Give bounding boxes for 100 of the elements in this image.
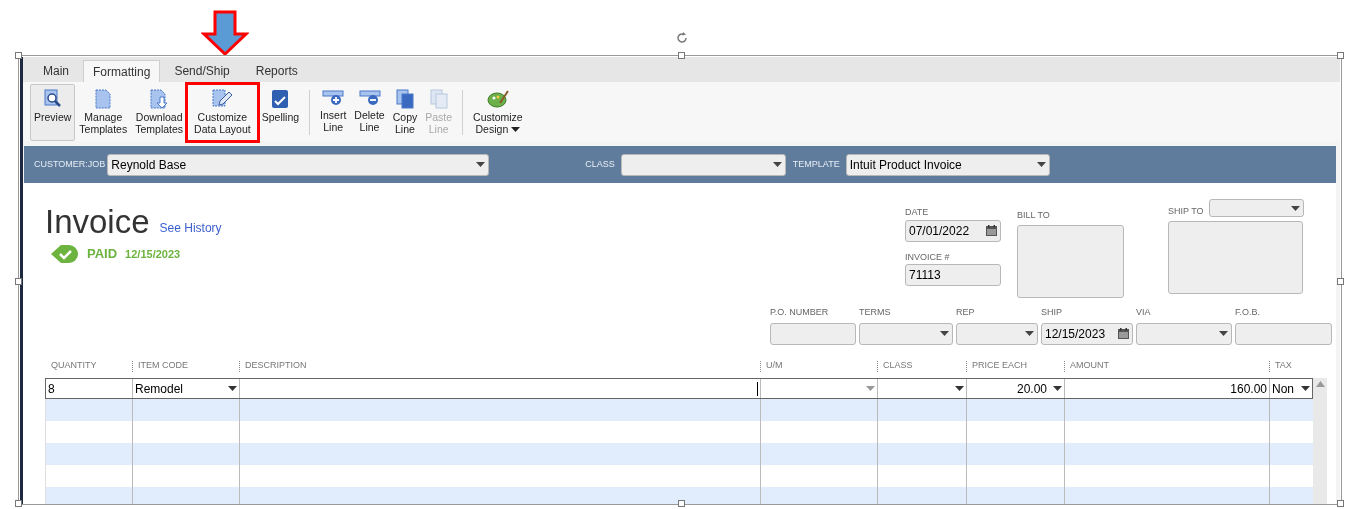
field-label: TERMS: [859, 306, 892, 319]
dropdown-field[interactable]: [859, 322, 953, 345]
column-header: CLASS: [883, 359, 913, 373]
field-label: TEMPLATE: [792, 157, 840, 171]
field-label: REP: [956, 306, 976, 319]
field-label: F.O.B.: [1235, 306, 1261, 319]
resize-handle[interactable]: [1337, 500, 1344, 507]
date-field[interactable]: 07/01/2022: [905, 219, 1001, 242]
table-cell[interactable]: 20.00: [966, 379, 1064, 398]
spell-check-icon: [271, 89, 290, 109]
dropdown-caret-icon: [1036, 162, 1046, 167]
column-header: PRICE EACH: [972, 359, 1027, 373]
field-label: P.O. NUMBER: [770, 306, 830, 319]
column-header: DESCRIPTION: [245, 359, 307, 373]
ship-to-dropdown[interactable]: [1209, 199, 1304, 217]
template-dropdown[interactable]: Intuit Product Invoice: [845, 153, 1050, 176]
table-cell[interactable]: 160.00: [1064, 379, 1269, 398]
dropdown-field[interactable]: [1136, 322, 1232, 345]
toolbar-button[interactable]: Insert Line: [316, 84, 351, 141]
table-row[interactable]: [45, 443, 1313, 465]
dropdown-caret-icon: [772, 162, 782, 167]
dropdown-caret-icon: [1301, 386, 1310, 391]
tab[interactable]: Formatting: [83, 60, 161, 82]
resize-handle[interactable]: [678, 500, 685, 507]
resize-handle[interactable]: [15, 278, 22, 285]
toolbar-button[interactable]: Delete Line: [350, 84, 389, 141]
field-label: VIA: [1136, 306, 1152, 319]
scroll-up-icon[interactable]: [1315, 381, 1325, 387]
bill-to-box[interactable]: [1017, 224, 1124, 298]
dropdown-caret-icon: [1025, 331, 1034, 336]
toolbar-button[interactable]: Copy Line: [388, 84, 422, 141]
dropdown-caret-icon: [955, 386, 964, 391]
toolbar-button[interactable]: Download Templates: [131, 84, 188, 141]
field-label: SHIP: [1041, 306, 1063, 319]
customer-job-dropdown[interactable]: Reynold Base: [107, 153, 490, 176]
table-row[interactable]: [45, 487, 1313, 505]
table-cell[interactable]: [239, 379, 760, 398]
resize-handle[interactable]: [678, 52, 685, 59]
copy-pages-icon: [394, 89, 415, 109]
paid-date: 12/15/2023: [125, 246, 181, 262]
input-field[interactable]: [1235, 322, 1332, 345]
calendar-icon: [986, 225, 997, 236]
column-header: AMOUNT: [1070, 359, 1109, 373]
see-history-link[interactable]: See History: [159, 219, 222, 239]
document-icon: [94, 89, 113, 109]
paid-status: PAID: [87, 245, 118, 264]
resize-handle[interactable]: [1337, 278, 1344, 285]
toolbar-button[interactable]: Customize Data Layout: [187, 84, 258, 141]
dropdown-caret-icon: [228, 386, 237, 391]
palette-brush-icon: [486, 89, 509, 109]
column-header: U/M: [766, 359, 783, 373]
dropdown-caret-icon: [511, 126, 521, 132]
invoice-title: Invoice: [45, 205, 150, 239]
dropdown-caret-icon: [1219, 331, 1228, 336]
table-cell[interactable]: 8: [46, 379, 132, 398]
table-cell[interactable]: [877, 379, 966, 398]
date-field[interactable]: 12/15/2023: [1041, 322, 1133, 345]
dropdown-caret-icon: [1053, 386, 1062, 391]
field-label: CUSTOMER:JOB: [34, 157, 106, 171]
table-cell[interactable]: Remodel: [132, 379, 239, 398]
resize-handle[interactable]: [15, 52, 22, 59]
resize-handle[interactable]: [1337, 52, 1344, 59]
field-label: DATE: [905, 206, 930, 219]
toolbar-button[interactable]: Spelling: [257, 84, 304, 141]
scrollbar[interactable]: [1313, 378, 1327, 505]
resize-handle[interactable]: [15, 500, 22, 507]
magnifier-document-icon: [42, 89, 63, 109]
dropdown-caret-icon: [1291, 205, 1300, 211]
table-cell[interactable]: Non: [1269, 379, 1312, 398]
toolbar-button[interactable]: Manage Templates: [75, 84, 132, 141]
dropdown-field[interactable]: [956, 322, 1038, 345]
tab[interactable]: Main: [31, 60, 81, 82]
check-badge-icon: [51, 243, 79, 265]
class-dropdown[interactable]: [620, 153, 786, 176]
column-header: ITEM CODE: [138, 359, 188, 373]
field-label: SHIP TO: [1168, 204, 1204, 218]
toolbar-button[interactable]: Preview: [30, 84, 76, 141]
table-cell[interactable]: [760, 379, 877, 398]
rotate-handle-icon[interactable]: [675, 31, 689, 45]
dropdown-caret-icon: [866, 386, 875, 391]
invoice-number-field[interactable]: 71113: [905, 264, 1001, 286]
field-label: BILL TO: [1017, 209, 1051, 222]
line-plus-icon: [322, 89, 345, 107]
dropdown-caret-icon: [940, 331, 949, 336]
field-label: CLASS: [585, 157, 615, 171]
document-pencil-icon: [211, 89, 234, 109]
toolbar-button[interactable]: Customize Design: [469, 84, 527, 141]
input-field[interactable]: [770, 322, 856, 345]
copy-pages-icon: [428, 89, 449, 109]
column-header: TAX: [1275, 359, 1292, 373]
dropdown-caret-icon: [476, 162, 486, 167]
field-label: INVOICE #: [905, 250, 951, 264]
tab[interactable]: Send/Ship: [162, 60, 242, 82]
column-header: QUANTITY: [50, 359, 97, 373]
calendar-icon: [1118, 328, 1129, 339]
document-arrow-icon: [149, 89, 170, 109]
line-minus-icon: [358, 89, 381, 107]
tab[interactable]: Reports: [243, 60, 310, 82]
table-row[interactable]: [45, 399, 1313, 421]
ship-to-box[interactable]: [1168, 221, 1303, 294]
